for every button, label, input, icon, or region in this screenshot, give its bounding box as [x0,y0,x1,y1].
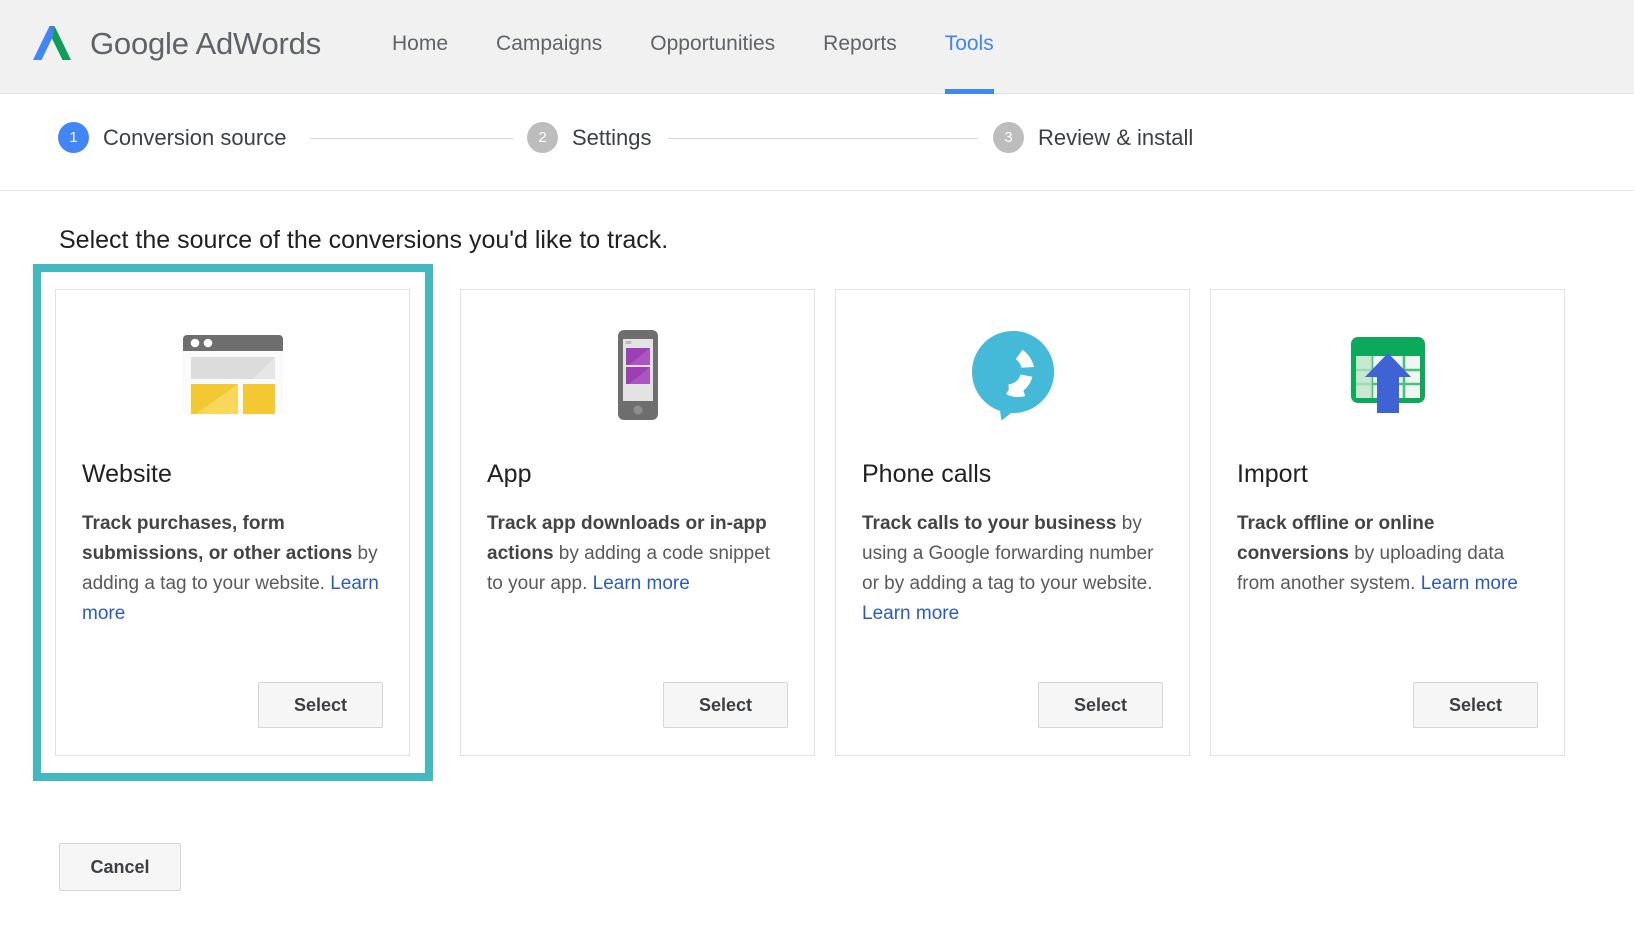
conversion-source-card-import[interactable]: Import Track offline or online conversio… [1210,289,1565,756]
select-button-app[interactable]: Select [663,682,788,728]
step-number-badge: 3 [993,122,1024,153]
learn-more-link[interactable]: Learn more [862,603,959,624]
card-slot-app: App Track app downloads or in-app action… [460,264,815,781]
card-icon-wrap [1237,290,1538,460]
adwords-logo-icon [28,20,76,68]
card-title: Phone calls [862,460,1163,489]
card-icon-wrap [862,290,1163,460]
card-title: Website [82,460,383,489]
card-description: Track purchases, form submissions, or ot… [82,509,383,629]
wizard-stepper: 1 Conversion source 2 Settings 3 Review … [0,95,1634,191]
stepper-step-review-install[interactable]: 3 Review & install [993,122,1193,153]
nav-item-tools[interactable]: Tools [945,0,994,94]
step-label: Settings [572,125,652,151]
card-title: Import [1237,460,1538,489]
card-description: Track app downloads or in-app actions by… [487,509,788,599]
stepper-connector-1 [310,138,513,139]
step-label: Review & install [1038,125,1193,151]
conversion-source-card-app[interactable]: App Track app downloads or in-app action… [460,289,815,756]
conversion-source-card-website[interactable]: Website Track purchases, form submission… [55,289,410,756]
nav-item-opportunities[interactable]: Opportunities [650,0,775,94]
brand[interactable]: Google AdWords [28,18,321,70]
card-icon-wrap [487,290,788,460]
stepper-connector-2 [668,138,978,139]
spreadsheet-upload-icon [1329,323,1447,427]
step-number-badge: 1 [58,122,89,153]
learn-more-link[interactable]: Learn more [593,573,690,594]
stepper-step-settings[interactable]: 2 Settings [527,122,652,153]
step-label: Conversion source [103,125,286,151]
brand-product: AdWords [195,26,321,61]
select-button-import[interactable]: Select [1413,682,1538,728]
card-description-bold: Track purchases, form submissions, or ot… [82,513,352,564]
brand-text: Google AdWords [90,26,321,62]
card-slot-website: Website Track purchases, form submission… [33,264,388,781]
learn-more-link[interactable]: Learn more [1421,573,1518,594]
step-number-badge: 2 [527,122,558,153]
phone-bubble-icon [954,323,1072,427]
mobile-phone-icon [579,323,697,427]
card-slot-import: Import Track offline or online conversio… [1210,264,1565,781]
page-title: Select the source of the conversions you… [59,226,668,255]
card-description: Track calls to your business by using a … [862,509,1163,629]
brand-google: Google [90,26,189,61]
main-nav: Home Campaigns Opportunities Reports Too… [392,0,994,94]
stepper-step-conversion-source[interactable]: 1 Conversion source [58,122,286,153]
card-title: App [487,460,788,489]
select-button-phone-calls[interactable]: Select [1038,682,1163,728]
adwords-conversion-setup-page: Google AdWords Home Campaigns Opportunit… [0,0,1634,947]
nav-item-home[interactable]: Home [392,0,448,94]
card-slot-phone-calls: Phone calls Track calls to your business… [835,264,1190,781]
select-button-website[interactable]: Select [258,682,383,728]
conversion-source-card-phone-calls[interactable]: Phone calls Track calls to your business… [835,289,1190,756]
nav-item-reports[interactable]: Reports [823,0,897,94]
card-description: Track offline or online conversions by u… [1237,509,1538,599]
top-navigation-bar: Google AdWords Home Campaigns Opportunit… [0,0,1634,94]
card-description-bold: Track calls to your business [862,513,1117,534]
card-icon-wrap [82,290,383,460]
cancel-button[interactable]: Cancel [59,843,181,891]
nav-item-campaigns[interactable]: Campaigns [496,0,602,94]
browser-window-icon [174,323,292,427]
conversion-source-card-list: Website Track purchases, form submission… [33,264,1573,781]
